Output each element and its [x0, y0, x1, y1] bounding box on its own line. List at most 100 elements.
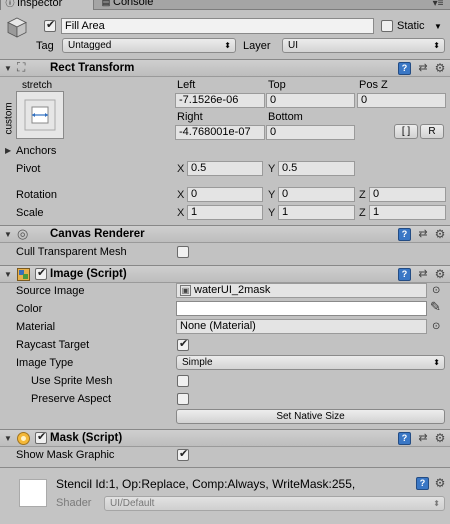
preset-icon[interactable]: ⇄: [417, 62, 429, 74]
static-checkbox[interactable]: [381, 20, 393, 32]
rotation-x-field[interactable]: 0: [187, 187, 263, 202]
scale-x-axis-label: X: [177, 207, 185, 219]
help-icon[interactable]: ?: [398, 62, 411, 75]
active-checkbox[interactable]: [44, 18, 56, 32]
help-icon[interactable]: ?: [416, 477, 429, 490]
scale-y-field[interactable]: 1: [278, 205, 355, 220]
shader-dropdown[interactable]: UI/Default ⬍: [104, 496, 445, 511]
posz-label: Pos Z: [359, 79, 388, 91]
gameobject-cube-icon: [7, 17, 27, 38]
canvas-renderer-title: Canvas Renderer: [50, 228, 145, 240]
preserve-aspect-label: Preserve Aspect: [31, 393, 112, 405]
pivot-x-axis-label: X: [177, 163, 185, 175]
bottom-field[interactable]: 0: [266, 125, 355, 140]
cull-transparent-mesh-checkbox[interactable]: [177, 246, 189, 258]
preset-icon[interactable]: ⇄: [417, 268, 429, 280]
tab-inspector[interactable]: ⓘ Inspector: [0, 0, 94, 10]
anchors-label[interactable]: Anchors: [16, 145, 56, 158]
rotation-y-field[interactable]: 0: [278, 187, 355, 202]
gear-icon[interactable]: ⚙: [434, 62, 446, 74]
preserve-aspect-checkbox[interactable]: [177, 393, 189, 405]
top-field[interactable]: 0: [266, 93, 355, 108]
help-icon[interactable]: ?: [398, 228, 411, 241]
rotation-z-field[interactable]: 0: [369, 187, 446, 202]
gear-icon[interactable]: ⚙: [434, 432, 446, 444]
static-dropdown-icon[interactable]: ▼: [434, 20, 442, 33]
tag-dropdown[interactable]: Untagged ⬍: [62, 38, 236, 53]
fold-arrow-icon[interactable]: ▼: [4, 230, 12, 240]
layer-label: Layer: [243, 40, 271, 52]
fold-arrow-icon[interactable]: ▼: [4, 434, 12, 444]
image-type-label: Image Type: [16, 357, 74, 369]
scale-z-axis-label: Z: [359, 207, 366, 219]
raycast-target-checkbox[interactable]: [177, 337, 189, 351]
info-icon: ⓘ: [5, 0, 15, 8]
tab-console-label: Console: [113, 0, 154, 8]
material-label: Material: [16, 321, 56, 333]
scale-z-field[interactable]: 1: [369, 205, 446, 220]
pivot-y-field[interactable]: 0.5: [278, 161, 355, 176]
left-label: Left: [177, 79, 196, 91]
object-picker-icon[interactable]: ⊙: [432, 321, 440, 333]
left-field[interactable]: -7.1526e-06: [175, 93, 265, 108]
image-script-title: Image (Script): [50, 268, 127, 280]
help-icon[interactable]: ?: [398, 268, 411, 281]
image-enabled-checkbox[interactable]: [35, 266, 47, 280]
gameobject-name-field[interactable]: Fill Area: [61, 18, 374, 34]
color-swatch[interactable]: [176, 301, 427, 316]
shader-value: UI/Default: [110, 498, 155, 509]
rotation-y-axis-label: Y: [268, 189, 276, 201]
pivot-x-field[interactable]: 0.5: [187, 161, 263, 176]
image-type-value: Simple: [182, 357, 213, 368]
chevron-updown-icon: ⬍: [433, 358, 440, 367]
anchor-stretch-icon: [24, 99, 56, 131]
source-image-field[interactable]: ▣ waterUI_2mask: [176, 283, 427, 298]
material-preview-thumbnail: [19, 479, 47, 507]
preset-icon[interactable]: ⇄: [417, 228, 429, 240]
layer-dropdown[interactable]: UI ⬍: [282, 38, 445, 53]
posz-field[interactable]: 0: [357, 93, 446, 108]
mask-component-icon: [17, 432, 30, 445]
fold-arrow-icon[interactable]: ▼: [4, 64, 12, 74]
eyedropper-icon[interactable]: ✎: [430, 300, 441, 314]
material-field[interactable]: None (Material): [176, 319, 427, 334]
console-icon: ▤: [101, 0, 111, 7]
scale-label: Scale: [16, 207, 44, 219]
pivot-y-axis-label: Y: [268, 163, 276, 175]
fold-arrow-icon[interactable]: ▼: [4, 270, 12, 280]
use-sprite-mesh-checkbox[interactable]: [177, 375, 189, 387]
rotation-label: Rotation: [16, 189, 57, 201]
mask-enabled-checkbox[interactable]: [35, 430, 47, 444]
canvas-renderer-icon: ◎: [17, 226, 29, 241]
tab-menu-icon[interactable]: ▾≡: [430, 0, 446, 10]
rotation-x-axis-label: X: [177, 189, 185, 201]
image-type-dropdown[interactable]: Simple ⬍: [176, 355, 445, 370]
set-native-size-button[interactable]: Set Native Size: [176, 409, 445, 424]
gear-icon[interactable]: ⚙: [434, 477, 446, 489]
shader-label: Shader: [56, 497, 92, 509]
r-button[interactable]: R: [420, 124, 444, 139]
show-mask-graphic-label: Show Mask Graphic: [16, 449, 115, 461]
preset-icon[interactable]: ⇄: [417, 432, 429, 444]
raycast-target-label: Raycast Target: [16, 339, 90, 351]
anchor-preset-button[interactable]: [16, 91, 64, 139]
rect-transform-icon: ⛶: [17, 60, 26, 74]
layer-value: UI: [288, 40, 298, 51]
gear-icon[interactable]: ⚙: [434, 228, 446, 240]
anchors-fold-icon[interactable]: ▶: [5, 146, 11, 156]
use-sprite-mesh-label: Use Sprite Mesh: [31, 375, 113, 387]
gear-icon[interactable]: ⚙: [434, 268, 446, 280]
chevron-updown-icon: ⬍: [224, 41, 231, 50]
help-icon[interactable]: ?: [398, 432, 411, 445]
chevron-updown-icon: ⬍: [433, 41, 440, 50]
scale-x-field[interactable]: 1: [187, 205, 263, 220]
raw-edit-button[interactable]: [ ]: [394, 124, 418, 139]
tag-label: Tag: [36, 40, 54, 52]
show-mask-graphic-checkbox[interactable]: [177, 447, 189, 461]
mask-script-title: Mask (Script): [50, 432, 123, 444]
tab-console[interactable]: ▤ Console: [97, 0, 177, 10]
right-field[interactable]: -4.768001e-07: [175, 125, 265, 140]
object-picker-icon[interactable]: ⊙: [432, 285, 440, 297]
top-label: Top: [268, 79, 286, 91]
chevron-updown-icon: ⬍: [433, 499, 440, 508]
